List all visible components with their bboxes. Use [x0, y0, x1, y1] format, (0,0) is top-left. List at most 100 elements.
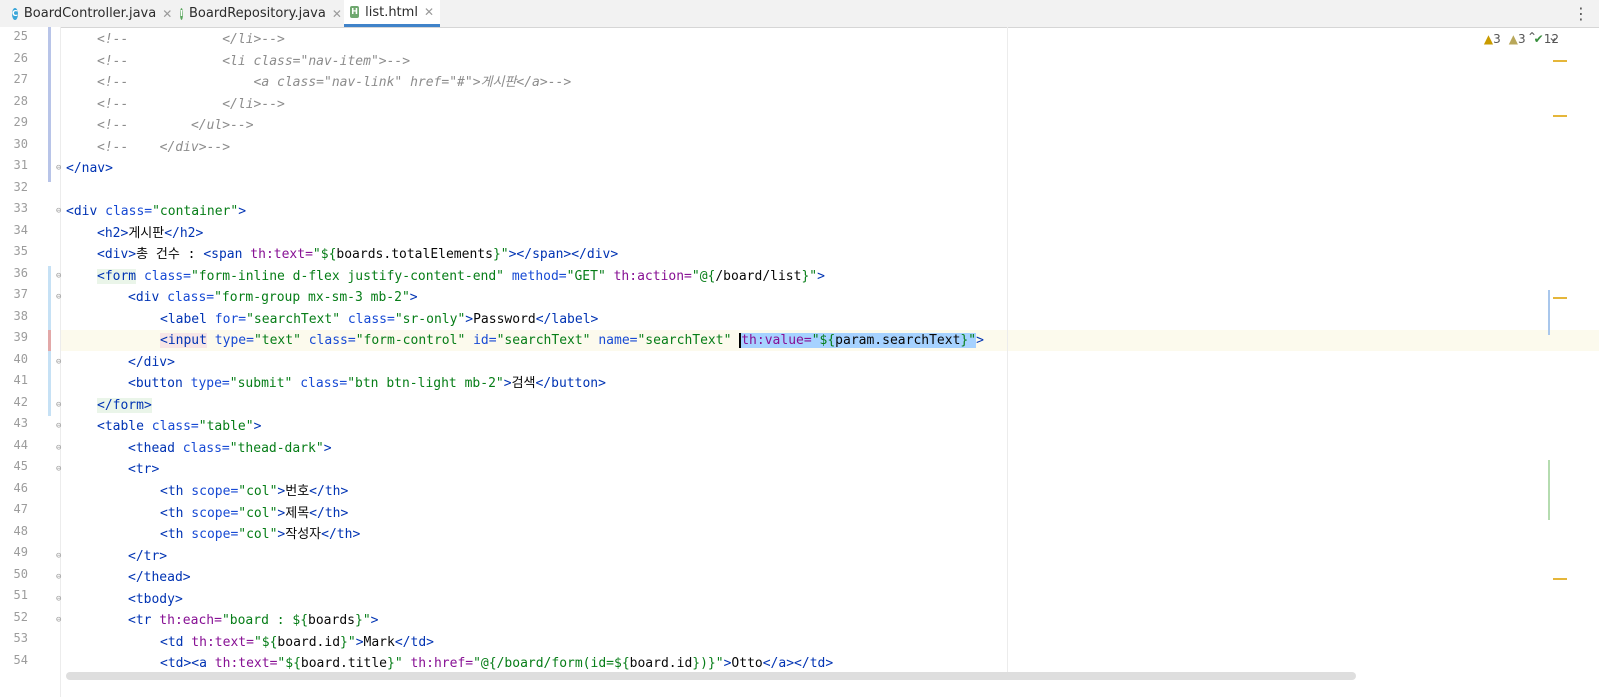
line-number: 53 — [13, 631, 28, 645]
code-line-48: <th scope="col">작성자</th> — [160, 527, 361, 542]
horizontal-scrollbar[interactable] — [66, 672, 1356, 680]
line-number: 39 — [13, 330, 28, 344]
fold-icon[interactable]: ⊖ — [56, 357, 61, 367]
error-stripe-mark[interactable] — [1553, 578, 1567, 580]
line-number: 32 — [13, 179, 28, 194]
fold-icon[interactable]: ⊖ — [56, 163, 61, 173]
error-stripe-mark[interactable] — [1553, 60, 1567, 62]
line-number: 45 — [13, 459, 28, 473]
code-line-53: <td th:text="${board.id}">Mark</td> — [160, 635, 434, 650]
code-line-47: <th scope="col">제목</th> — [160, 506, 349, 521]
code-line-54: <td><a th:text="${board.title}" th:href=… — [160, 656, 834, 671]
code-line-26: <!-- <li class="nav-item">--> — [97, 54, 411, 69]
right-margin-guide — [1007, 27, 1008, 672]
class-file-icon: C — [12, 7, 18, 20]
line-number: 38 — [13, 308, 28, 323]
line-number: 52 — [13, 609, 28, 624]
tab-list-html[interactable]: H list.html ✕ — [344, 0, 440, 27]
line-number: 29 — [13, 115, 28, 129]
error-stripe-mark[interactable] — [1553, 297, 1567, 299]
code-line-25: <!-- </li>--> — [97, 32, 285, 47]
line-number: 43 — [13, 416, 28, 430]
code-line-35: <div>총 건수 : <span th:text="${boards.tota… — [97, 247, 619, 262]
code-line-44: <thead class="thead-dark"> — [128, 441, 332, 456]
code-line-28: <!-- </li>--> — [97, 97, 285, 112]
more-options-icon[interactable]: ⋮ — [1573, 4, 1589, 23]
line-number: 40 — [13, 351, 28, 366]
html-file-icon: H — [350, 6, 360, 18]
tab-board-repository[interactable]: I BoardRepository.java ✕ — [174, 0, 342, 27]
fold-icon[interactable]: ⊖ — [56, 572, 61, 582]
vcs-change-marker — [48, 27, 51, 182]
close-icon[interactable]: ✕ — [332, 7, 342, 21]
fold-icon[interactable]: ⊖ — [56, 464, 61, 474]
fold-icon[interactable]: ⊖ — [56, 615, 61, 625]
fold-icon[interactable]: ⊖ — [56, 551, 61, 561]
code-line-46: <th scope="col">번호</th> — [160, 484, 349, 499]
change-stripe — [1548, 460, 1550, 520]
fold-icon[interactable]: ⊖ — [56, 206, 61, 216]
code-line-50: </thead> — [128, 570, 191, 585]
fold-icon[interactable]: ⊖ — [56, 594, 61, 604]
fold-icon[interactable]: ⊖ — [56, 292, 61, 302]
code-line-45: <tr> — [128, 462, 160, 477]
weak-warning-icon: ▲ — [1508, 32, 1519, 46]
tab-label: list.html — [365, 4, 418, 20]
line-number: 34 — [13, 222, 28, 237]
warning-icon: ▲ — [1483, 32, 1494, 46]
line-number: 25 — [13, 29, 28, 43]
fold-icon[interactable]: ⊖ — [56, 400, 61, 410]
code-line-40: </div> — [128, 355, 175, 370]
code-line-52: <tr th:each="board : ${boards}"> — [128, 613, 379, 628]
tab-label: BoardRepository.java — [188, 6, 326, 21]
tab-board-controller[interactable]: C BoardController.java ✕ — [6, 0, 176, 27]
code-line-38: <label for="searchText" class="sr-only">… — [160, 312, 599, 327]
code-line-30: <!-- </div>--> — [97, 140, 231, 155]
code-line-34: <h2>게시판</h2> — [97, 226, 204, 241]
editor-tab-bar: C BoardController.java ✕ I BoardReposito… — [0, 0, 1599, 28]
line-number: 51 — [13, 588, 28, 602]
error-stripe-mark[interactable] — [1553, 115, 1567, 117]
code-line-51: <tbody> — [128, 592, 183, 607]
vcs-change-marker — [48, 330, 51, 351]
code-line-31: </nav> — [66, 161, 113, 176]
code-line-27: <!-- <a class="nav-link" href="#">게시판</a… — [97, 75, 572, 90]
line-number: 41 — [13, 373, 28, 387]
scroll-thumb[interactable] — [1548, 290, 1550, 335]
close-icon[interactable]: ✕ — [162, 7, 172, 21]
weak-warning-count[interactable]: ▲3 — [1509, 32, 1526, 46]
fold-icon[interactable]: ⊖ — [56, 421, 61, 431]
line-number: 28 — [13, 93, 28, 108]
line-number: 36 — [13, 265, 28, 280]
line-number: 37 — [13, 287, 28, 301]
line-number: 42 — [13, 394, 28, 409]
close-icon[interactable]: ✕ — [424, 5, 434, 19]
tab-label: BoardController.java — [23, 6, 157, 21]
code-line-39: <input type="text" class="form-control" … — [160, 333, 984, 348]
line-number: 35 — [13, 244, 28, 258]
code-line-41: <button type="submit" class="btn btn-lig… — [128, 376, 606, 391]
code-line-29: <!-- </ul>--> — [97, 118, 254, 133]
line-number: 49 — [13, 545, 28, 559]
warning-count[interactable]: ▲3 — [1484, 32, 1501, 46]
chevron-down-icon[interactable]: ⌄ — [1548, 30, 1558, 44]
line-number: 33 — [13, 201, 28, 215]
code-line-33: <div class="container"> — [66, 204, 247, 219]
line-number: 54 — [13, 652, 28, 667]
fold-icon[interactable]: ⊖ — [56, 443, 61, 453]
chevron-up-icon[interactable]: ⌃ — [1527, 30, 1537, 44]
fold-icon[interactable]: ⊖ — [56, 271, 61, 281]
line-number: 26 — [13, 50, 28, 65]
line-number: 47 — [13, 502, 28, 516]
code-line-36: <form class="form-inline d-flex justify-… — [97, 269, 825, 284]
code-line-42: </form> — [97, 398, 152, 413]
line-number: 27 — [13, 72, 28, 86]
line-number: 46 — [13, 480, 28, 495]
line-number: 31 — [13, 158, 28, 172]
code-line-49: </tr> — [128, 549, 168, 564]
line-number: 48 — [13, 523, 28, 538]
line-number: 44 — [13, 437, 28, 452]
line-number: 50 — [13, 566, 28, 581]
line-number: 30 — [13, 136, 28, 151]
code-line-43: <table class="table"> — [97, 419, 262, 434]
